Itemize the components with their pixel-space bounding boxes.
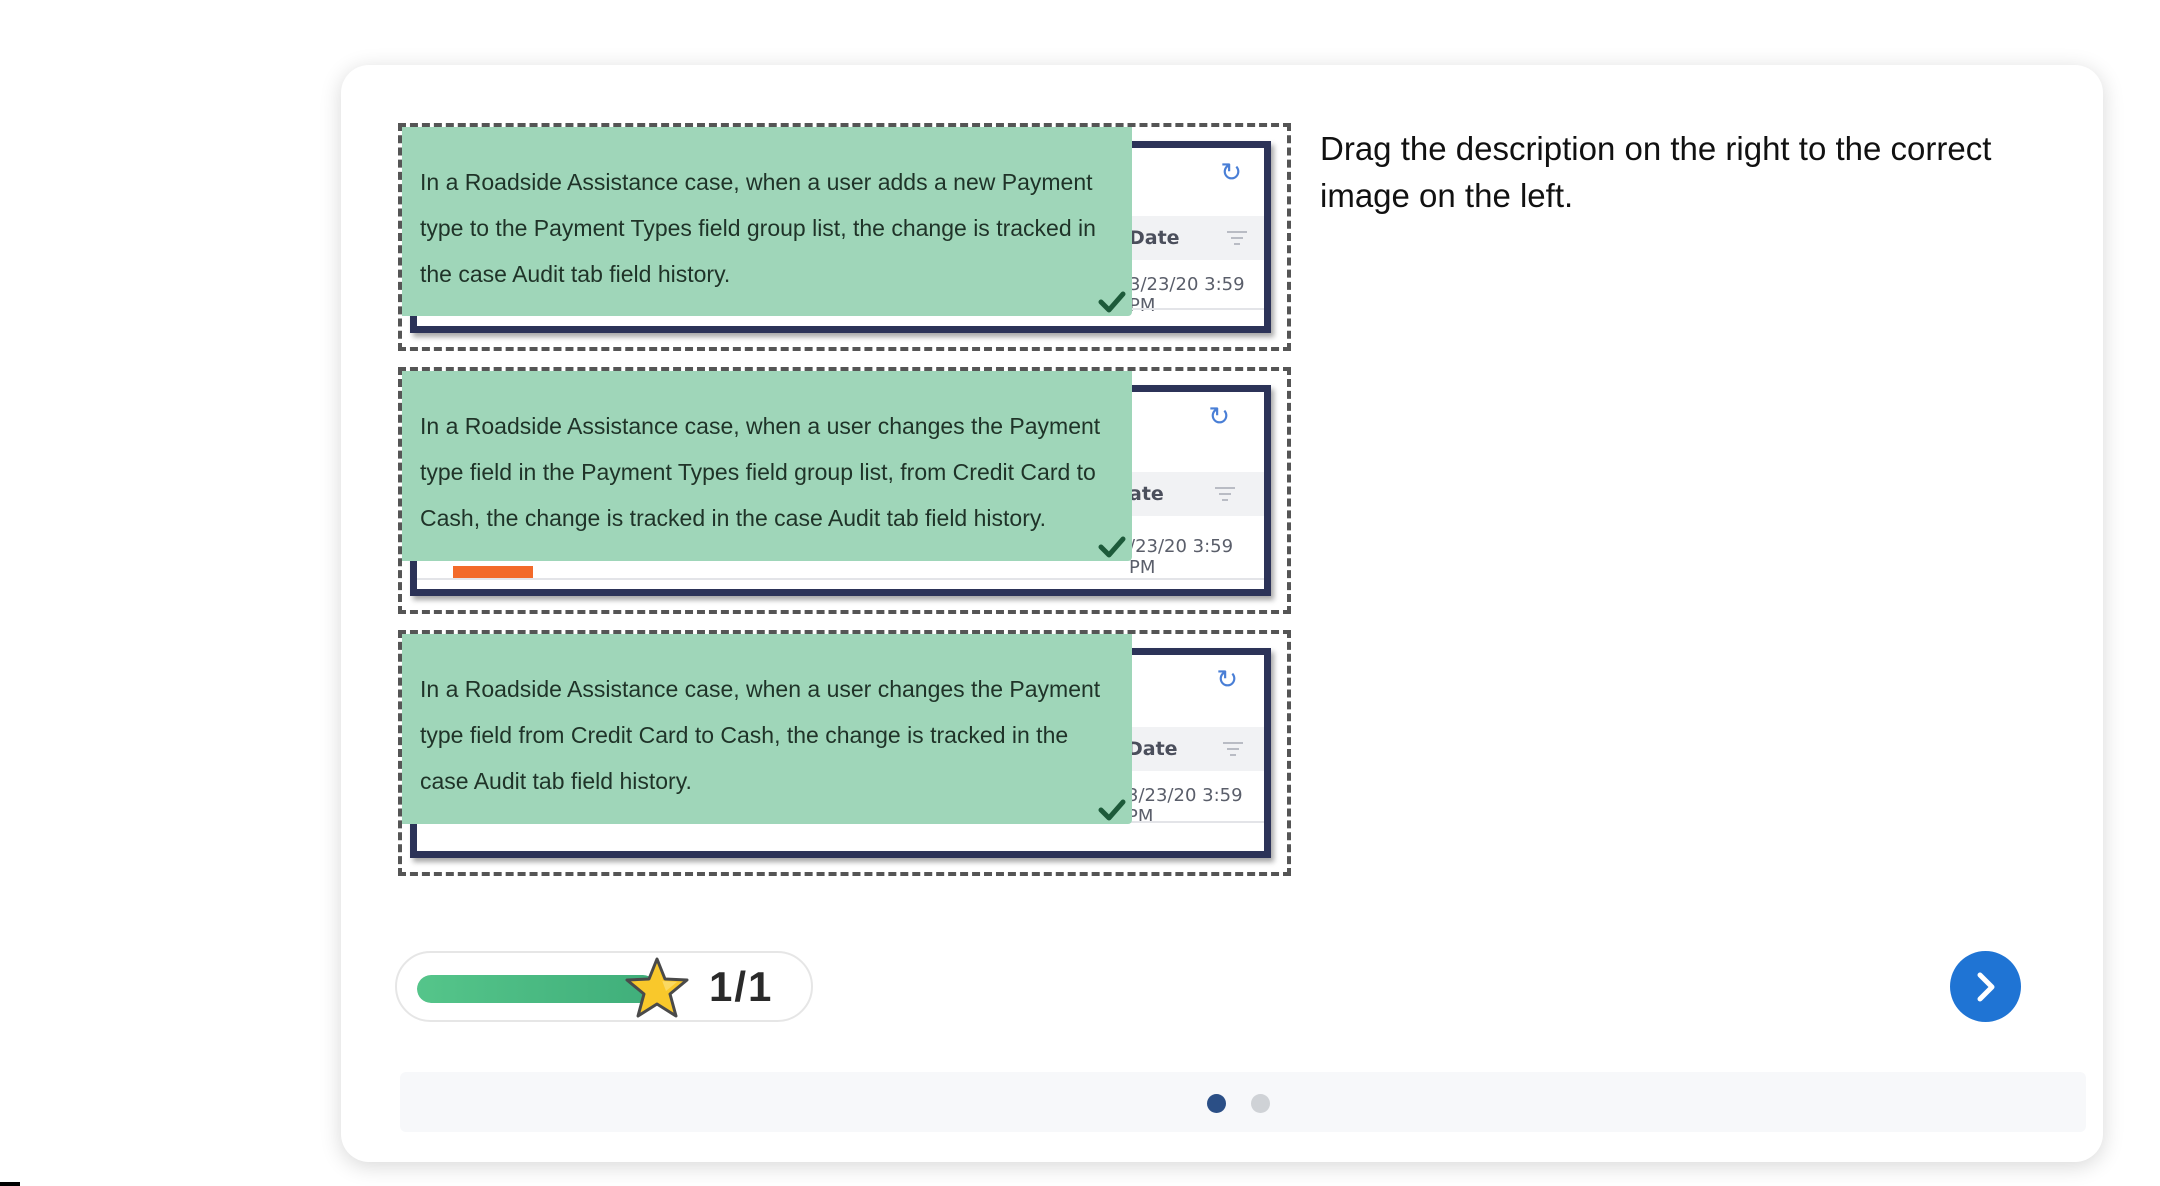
check-icon (1098, 799, 1126, 821)
instruction-text: Drag the description on the right to the… (1320, 130, 1992, 214)
pagination-dot-1[interactable] (1207, 1094, 1226, 1113)
column-header: Date (1129, 227, 1180, 249)
progress-bar-fill (417, 975, 657, 1003)
drop-zone-1[interactable]: ↻ Date 3/23/20 3:59 PM In a Roadside Ass… (398, 123, 1291, 351)
progress-bar (417, 975, 657, 1003)
check-icon (1098, 536, 1126, 558)
score-text: 1/1 (709, 963, 774, 1010)
check-icon (1098, 291, 1126, 313)
column-header: ate (1129, 483, 1164, 505)
refresh-icon: ↻ (1208, 402, 1230, 432)
description-card-2[interactable]: In a Roadside Assistance case, when a us… (402, 371, 1132, 561)
next-button[interactable] (1950, 951, 2021, 1022)
description-card-3[interactable]: In a Roadside Assistance case, when a us… (402, 634, 1132, 824)
description-text: In a Roadside Assistance case, when a us… (420, 169, 1096, 287)
activity-card: Drag the description on the right to the… (341, 65, 2103, 1162)
drop-zone-3[interactable]: ↻ Date 3/23/20 3:59 PM In a Roadside Ass… (398, 630, 1291, 876)
refresh-icon: ↻ (1216, 665, 1238, 695)
pagination (400, 1072, 2086, 1132)
description-text: In a Roadside Assistance case, when a us… (420, 413, 1101, 531)
chevron-right-icon (1977, 972, 1995, 1002)
filter-icon (1227, 231, 1247, 245)
refresh-icon: ↻ (1220, 158, 1242, 188)
window-corner (0, 1182, 20, 1186)
progress-indicator: 1/1 (395, 951, 813, 1022)
row-divider (417, 578, 1264, 580)
filter-icon (1223, 742, 1243, 756)
description-card-1[interactable]: In a Roadside Assistance case, when a us… (402, 127, 1132, 316)
description-text: In a Roadside Assistance case, when a us… (420, 676, 1101, 794)
filter-icon (1215, 487, 1235, 501)
star-icon (625, 957, 689, 1018)
cell-value: /23/20 3:59 PM (1129, 536, 1234, 578)
pagination-dot-2[interactable] (1251, 1094, 1270, 1113)
column-header: Date (1127, 738, 1178, 760)
drop-zone-2[interactable]: ↻ ate /23/20 3:59 PM In a Roadside Assis… (398, 367, 1291, 614)
